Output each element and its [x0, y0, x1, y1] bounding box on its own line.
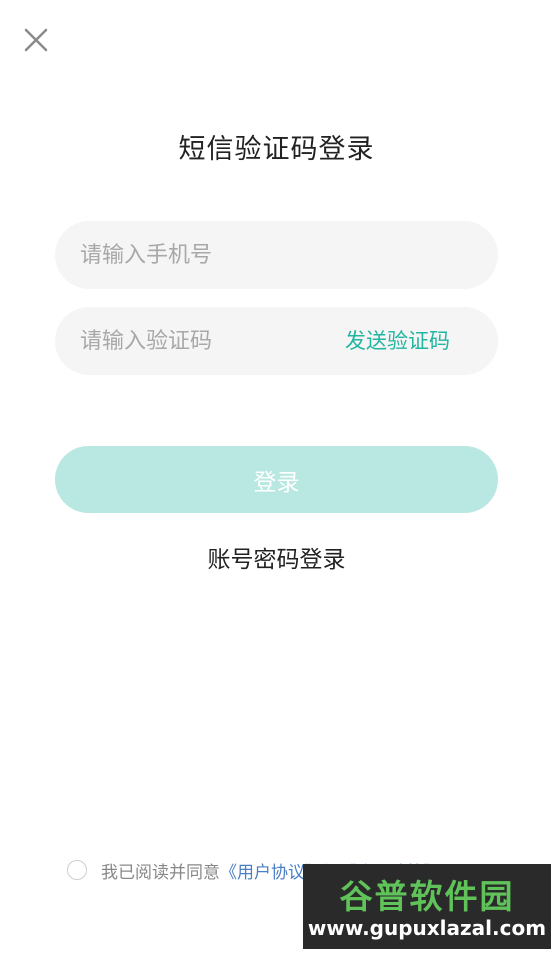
- phone-field-container: [55, 221, 498, 289]
- close-button[interactable]: [20, 24, 52, 56]
- page-title: 短信验证码登录: [178, 134, 375, 165]
- verification-code-input[interactable]: [80, 307, 330, 375]
- watermark-logo: 谷普软件园: [339, 877, 515, 916]
- password-login-link[interactable]: 账号密码登录: [0, 540, 553, 574]
- code-field-container: 发送验证码: [55, 307, 498, 375]
- login-button[interactable]: 登录: [55, 446, 498, 513]
- watermark: 谷普软件园 www.gupuxlazal.com: [303, 864, 551, 949]
- phone-input[interactable]: [80, 221, 470, 289]
- agreement-prefix: 我已阅读并同意: [101, 862, 220, 883]
- close-icon: [24, 28, 48, 52]
- watermark-url: www.gupuxlazal.com: [307, 916, 547, 940]
- send-code-button[interactable]: 发送验证码: [345, 307, 450, 375]
- agreement-checkbox[interactable]: [67, 860, 87, 880]
